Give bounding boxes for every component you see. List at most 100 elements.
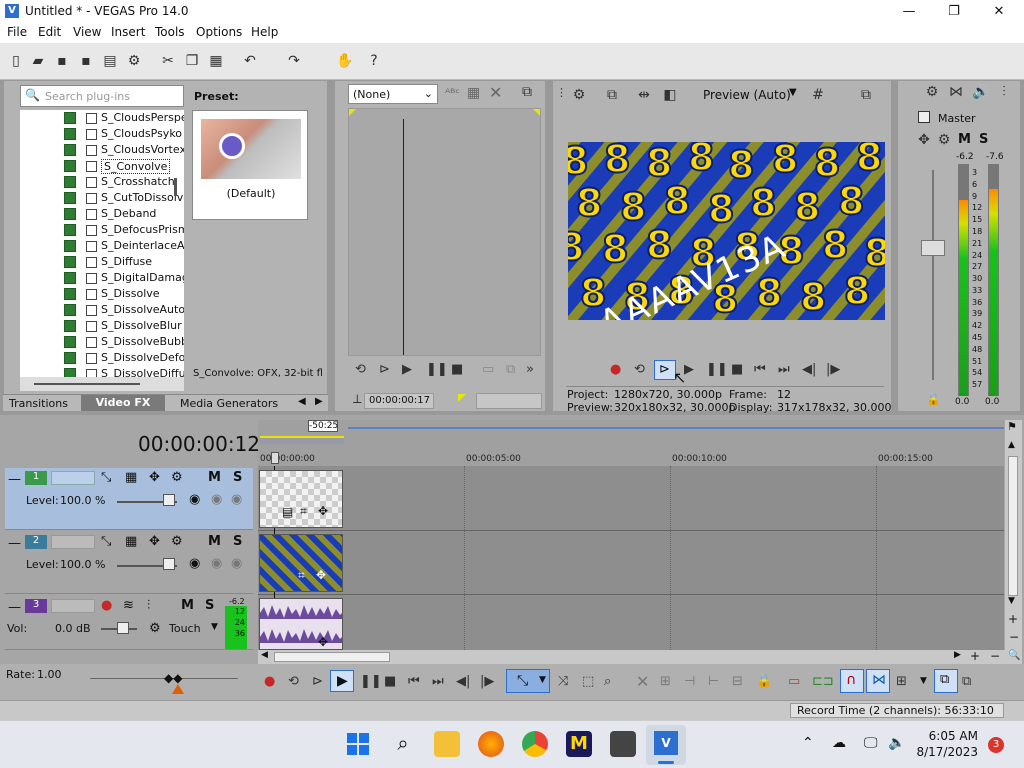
collapse-icon[interactable]: — (8, 536, 21, 551)
notification-badge[interactable]: 3 (988, 737, 1004, 753)
zoom-in-icon[interactable]: + (1008, 612, 1018, 626)
previous-frame-icon[interactable]: ◀| (802, 362, 816, 377)
split-screen-icon[interactable]: ⇹ (636, 87, 652, 103)
invert-phase-icon[interactable]: ≋ (123, 598, 134, 613)
crop-icon[interactable]: ⌗ (298, 568, 305, 583)
lock-icon[interactable]: 🔒 (926, 392, 941, 406)
selection-tool-icon[interactable]: ⬚ (582, 674, 594, 689)
tab-transitions[interactable]: Transitions (9, 397, 68, 410)
paste-icon[interactable]: ▦ (208, 53, 224, 69)
hscroll-thumb[interactable] (274, 652, 390, 662)
arm-record-icon[interactable]: ● (101, 598, 112, 613)
preview-quality-dropdown[interactable]: Preview (Auto) (703, 88, 791, 102)
preview-properties-icon[interactable]: ⚙ (571, 87, 587, 103)
zoom-tool-icon[interactable]: 🔍 (1008, 650, 1020, 661)
pause-icon[interactable]: ❚❚ (706, 362, 728, 377)
list-item[interactable]: S_CloudsPsyko (20, 126, 184, 142)
go-to-end-icon[interactable]: ⏭ (432, 674, 444, 689)
list-item[interactable]: S_DissolveBlur (20, 318, 184, 334)
split-icon[interactable]: ⊟ (732, 674, 743, 689)
envelope-tool-icon[interactable]: ⤨ (558, 674, 568, 689)
list-hscrollbar[interactable] (20, 377, 184, 391)
list-item[interactable]: S_DissolveBubble (20, 334, 184, 350)
menu-options[interactable]: Options (196, 25, 242, 39)
list-item[interactable]: S_DeinterlaceAuto (20, 238, 184, 254)
copy-icon[interactable]: ❐ (184, 53, 200, 69)
redo-icon[interactable]: ↷ (286, 53, 302, 69)
clear-icon[interactable]: ✕ (489, 83, 502, 102)
chevron-down-icon[interactable]: ▼ (211, 622, 218, 632)
motion-icon[interactable]: ⤡ (101, 470, 111, 485)
loop-playback-icon[interactable]: ⟲ (288, 674, 299, 689)
video-clip-1[interactable]: ▤ ⌗ ✥ (259, 470, 343, 528)
volume-icon[interactable]: 🔈 (888, 735, 905, 751)
vscroll-thumb[interactable] (1008, 456, 1018, 596)
vegas-taskbar-active[interactable]: V (646, 725, 686, 765)
track-header-3[interactable]: — 3 ● ≋ ⫶ M S -6.2 12 24 36 Vol: 0.0 dB ⚙ … (5, 596, 253, 650)
track-header-2[interactable]: — 2 ⤡ ▦ ✥ ⚙ M S Level: 100.0 % ◉ ◉ ◉ (5, 532, 253, 594)
list-scrollbar-thumb[interactable] (174, 178, 177, 196)
pan-crop-icon[interactable]: ✥ (149, 470, 160, 485)
compositing-icon[interactable]: ▦ (125, 470, 137, 485)
stop-icon[interactable]: ■ (731, 362, 743, 377)
timeline-hscrollbar[interactable]: ◀ ▶ + − 🔍 (258, 649, 1022, 664)
composite-child-icon[interactable]: ◉ (211, 556, 222, 571)
clock-date[interactable]: 8/17/2023 (914, 745, 978, 759)
composite-mode-icon[interactable]: ◉ (189, 556, 200, 571)
preset-thumbnail[interactable]: (Default) (192, 110, 308, 220)
search-input[interactable]: Search plug-ins (45, 90, 130, 103)
minimize-button[interactable]: — (886, 0, 932, 23)
tab-media-generators[interactable]: Media Generators (180, 397, 278, 410)
go-to-end-icon[interactable]: ⏭ (778, 362, 790, 377)
mute-button[interactable]: M (208, 470, 221, 485)
go-to-start-icon[interactable]: ⏮ (408, 674, 420, 689)
list-item[interactable]: S_DigitalDamage (20, 270, 184, 286)
save-icon[interactable]: ▪ (54, 53, 70, 69)
collapse-icon[interactable]: — (8, 600, 21, 615)
add-to-timeline-before-icon[interactable]: ⧉ (506, 362, 515, 377)
help-icon[interactable]: ? (366, 53, 382, 69)
clip-pan-icon[interactable]: ✥ (316, 568, 326, 582)
stop-icon[interactable]: ■ (384, 674, 396, 689)
close-button[interactable]: ✕ (976, 0, 1022, 23)
bus-icon[interactable]: ⋈ (948, 84, 964, 100)
trimmer-viewer[interactable] (348, 108, 541, 356)
master-properties-icon[interactable]: ⚙ (924, 84, 940, 100)
save-as-icon[interactable]: ▪ (78, 53, 94, 69)
track-name-field[interactable] (51, 599, 95, 613)
playhead-handle[interactable] (271, 452, 279, 464)
level-slider-handle[interactable] (163, 494, 175, 506)
network-icon[interactable]: 🖵 (864, 735, 878, 751)
menu-help[interactable]: Help (251, 25, 278, 39)
record-icon[interactable]: ● (264, 674, 275, 689)
list-item[interactable]: S_DissolveDiffuse (20, 366, 184, 377)
play-from-start-icon[interactable]: ⊳ (312, 674, 323, 689)
chrome-icon[interactable] (522, 731, 548, 757)
trimmer-options-icon[interactable]: ⧉ (522, 84, 532, 100)
list-item-selected[interactable]: S_Convolve (20, 158, 184, 174)
start-icon[interactable] (345, 731, 371, 757)
crop-icon[interactable]: ⌗ (300, 504, 307, 519)
loop-region[interactable] (260, 436, 344, 444)
overlays-icon[interactable]: ◧ (662, 87, 678, 103)
track-fx-icon[interactable]: ⚙ (171, 534, 183, 549)
list-item[interactable]: S_Deband (20, 206, 184, 222)
master-solo-button[interactable]: S (979, 132, 988, 147)
audio-clip-3[interactable]: ✥ (259, 598, 343, 650)
next-frame-icon[interactable]: |▶ (480, 674, 494, 689)
automation-mode[interactable]: Touch (169, 622, 201, 635)
normal-edit-tool[interactable]: ⤡ ▼ (506, 669, 550, 693)
play-icon[interactable]: ▶ (402, 362, 412, 377)
record-icon[interactable]: ● (610, 362, 621, 377)
go-to-start-icon[interactable]: ⏮ (754, 362, 766, 377)
app-m-icon[interactable]: M (566, 731, 592, 757)
gear-icon[interactable]: ⚙ (126, 53, 142, 69)
cut-icon[interactable]: ✂ (160, 53, 176, 69)
more-icon[interactable]: » (526, 362, 534, 377)
video-clip-2[interactable]: ⌗ ✥ (259, 534, 343, 592)
loop-icon[interactable]: ⟲ (355, 362, 366, 377)
rate-slider-handle[interactable]: ◆◆ (164, 671, 182, 685)
play-from-start-icon[interactable]: ⊳ (379, 362, 390, 377)
copy-snapshot-icon[interactable]: ⧉ (858, 87, 874, 103)
pan-icon[interactable]: ✥ (916, 132, 932, 148)
